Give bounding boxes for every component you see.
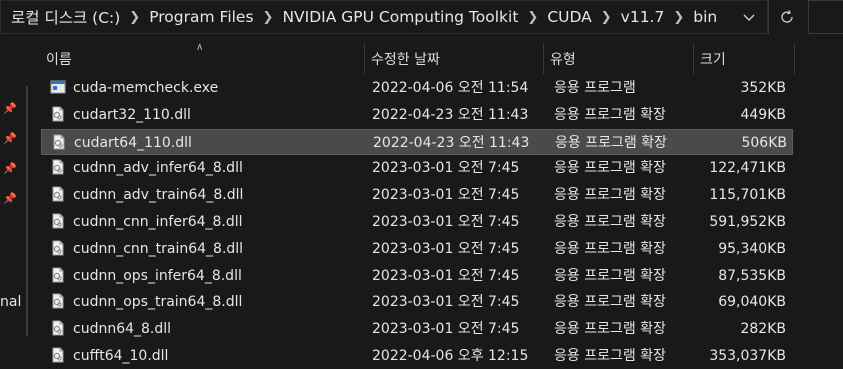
- file-name: cudnn_adv_infer64_8.dll: [73, 160, 243, 177]
- column-header-date[interactable]: 수정한 날짜: [365, 44, 543, 74]
- navigation-scrollbar[interactable]: [23, 36, 33, 363]
- breadcrumb-bin[interactable]: bin: [693, 8, 717, 26]
- dll-icon: [50, 347, 66, 363]
- address-bar[interactable]: 로컬 디스크 (C:) ❯ Program Files ❯ NVIDIA GPU…: [0, 0, 768, 34]
- file-name: cudnn_adv_train64_8.dll: [73, 187, 244, 204]
- file-date-modified: 2023-03-01 오전 7:45: [372, 214, 520, 230]
- file-row[interactable]: cudnn_cnn_infer64_8.dll 2023-03-01 오전 7:4…: [41, 209, 793, 235]
- file-type: 응용 프로그램 확장: [554, 214, 666, 230]
- file-type: 응용 프로그램 확장: [554, 187, 666, 204]
- search-box[interactable]: [808, 0, 843, 34]
- file-size: 449KB: [740, 106, 786, 123]
- file-size: 95,340KB: [718, 240, 786, 257]
- file-row[interactable]: cudart32_110.dll 2022-04-23 오전 11:43 응용 프로…: [41, 102, 793, 128]
- navigation-pane: 📌 📌 📌 📌 nal: [0, 36, 22, 363]
- pin-icon[interactable]: 📌: [3, 192, 17, 205]
- file-date-modified: 2023-03-01 오전 7:45: [372, 321, 520, 338]
- file-date-modified: 2022-04-23 오전 11:43: [372, 106, 529, 123]
- breadcrumb-program-files[interactable]: Program Files: [149, 8, 253, 26]
- column-header-name[interactable]: 이름: [40, 44, 364, 74]
- file-size: 122,471KB: [709, 160, 786, 177]
- address-toolbar: 로컬 디스크 (C:) ❯ Program Files ❯ NVIDIA GPU…: [0, 0, 843, 36]
- file-name: cufft64_10.dll: [73, 348, 169, 364]
- pin-icon[interactable]: 📌: [3, 162, 17, 175]
- file-name: cuda-memcheck.exe: [73, 80, 219, 96]
- file-size: 352KB: [740, 80, 786, 96]
- file-type: 응용 프로그램 확장: [554, 106, 666, 123]
- dll-icon: [50, 186, 66, 202]
- file-name: cudart64_110.dll: [74, 134, 192, 151]
- chevron-right-icon[interactable]: ❯: [527, 10, 538, 25]
- file-row[interactable]: cudnn64_8.dll 2023-03-01 오전 7:45 응용 프로그램 확…: [41, 316, 793, 342]
- file-date-modified: 2023-03-01 오전 7:45: [372, 267, 520, 284]
- file-size: 115,701KB: [709, 187, 786, 204]
- dll-icon: [50, 213, 66, 229]
- breadcrumb-nvidia-toolkit[interactable]: NVIDIA GPU Computing Toolkit: [282, 8, 518, 26]
- pin-icon[interactable]: 📌: [3, 102, 17, 115]
- file-row[interactable]: cudnn_ops_train64_8.dll 2023-03-01 오전 7:4…: [41, 289, 793, 315]
- chevron-right-icon[interactable]: ❯: [263, 10, 274, 25]
- address-history-dropdown[interactable]: [731, 1, 767, 35]
- breadcrumb-version[interactable]: v11.7: [621, 8, 665, 26]
- file-name: cudnn_ops_train64_8.dll: [73, 294, 243, 311]
- file-type: 응용 프로그램 확장: [554, 240, 666, 257]
- pin-icon[interactable]: 📌: [3, 132, 17, 145]
- column-header-type[interactable]: 유형: [544, 44, 694, 74]
- dll-icon: [50, 267, 66, 283]
- dll-icon: [51, 134, 67, 150]
- file-row[interactable]: cudnn_cnn_train64_8.dll 2023-03-01 오전 7:4…: [41, 236, 793, 262]
- file-row[interactable]: cudnn_adv_train64_8.dll 2023-03-01 오전 7:4…: [41, 182, 793, 208]
- column-header-size[interactable]: 크기: [694, 44, 794, 74]
- file-type: 응용 프로그램 확장: [554, 160, 666, 177]
- chevron-right-icon[interactable]: ❯: [673, 10, 684, 25]
- file-date-modified: 2022-04-23 오전 11:43: [373, 134, 530, 151]
- exe-icon: [50, 79, 66, 95]
- file-row[interactable]: cuda-memcheck.exe 2022-04-06 오전 11:54 응용 프…: [41, 75, 793, 101]
- file-size: 591,952KB: [709, 214, 786, 230]
- dll-icon: [50, 106, 66, 122]
- file-row[interactable]: cudart64_110.dll 2022-04-23 오전 11:43 응용 프로…: [41, 128, 793, 155]
- dll-icon: [50, 293, 66, 309]
- scrollbar-thumb[interactable]: [26, 86, 28, 336]
- dll-icon: [50, 320, 66, 336]
- file-row[interactable]: cufft64_10.dll 2022-04-06 오후 12:15 응용 프로그램…: [41, 343, 793, 369]
- file-row[interactable]: cudnn_adv_infer64_8.dll 2023-03-01 오전 7:4…: [41, 155, 793, 181]
- nav-item-partial[interactable]: nal: [0, 294, 21, 310]
- chevron-right-icon[interactable]: ❯: [601, 10, 612, 25]
- file-date-modified: 2022-04-06 오후 12:15: [372, 348, 529, 364]
- file-type: 응용 프로그램 확장: [554, 294, 666, 311]
- column-divider[interactable]: [794, 44, 795, 74]
- file-date-modified: 2022-04-06 오전 11:54: [372, 80, 529, 96]
- dll-icon: [50, 240, 66, 256]
- file-type: 응용 프로그램 확장: [554, 321, 666, 338]
- file-type: 응용 프로그램 확장: [554, 267, 666, 284]
- chevron-right-icon[interactable]: ❯: [129, 10, 140, 25]
- refresh-button[interactable]: [768, 0, 805, 34]
- file-name: cudnn64_8.dll: [73, 321, 172, 338]
- file-size: 87,535KB: [718, 267, 786, 284]
- file-size: 69,040KB: [718, 294, 786, 311]
- file-name: cudnn_ops_infer64_8.dll: [73, 267, 242, 284]
- file-size: 353,037KB: [709, 348, 786, 364]
- file-type: 응용 프로그램: [554, 80, 636, 96]
- column-header-row: ∧ 이름 수정한 날짜 유형 크기: [34, 42, 843, 74]
- dll-icon: [50, 159, 66, 175]
- file-name: cudart32_110.dll: [73, 106, 191, 123]
- file-type: 응용 프로그램 확장: [554, 348, 666, 364]
- file-size: 282KB: [740, 321, 786, 338]
- file-date-modified: 2023-03-01 오전 7:45: [372, 187, 520, 204]
- chevron-down-icon: [743, 14, 755, 21]
- file-type: 응용 프로그램 확장: [555, 134, 667, 151]
- file-name: cudnn_cnn_infer64_8.dll: [73, 214, 243, 230]
- file-date-modified: 2023-03-01 오전 7:45: [372, 294, 520, 311]
- file-date-modified: 2023-03-01 오전 7:45: [372, 160, 520, 177]
- file-date-modified: 2023-03-01 오전 7:45: [372, 240, 520, 257]
- breadcrumb-cuda[interactable]: CUDA: [547, 8, 591, 26]
- refresh-icon: [781, 10, 793, 23]
- file-size: 506KB: [741, 134, 787, 151]
- file-name: cudnn_cnn_train64_8.dll: [73, 240, 244, 257]
- file-row[interactable]: cudnn_ops_infer64_8.dll 2023-03-01 오전 7:4…: [41, 263, 793, 289]
- breadcrumb-drive[interactable]: 로컬 디스크 (C:): [11, 6, 120, 28]
